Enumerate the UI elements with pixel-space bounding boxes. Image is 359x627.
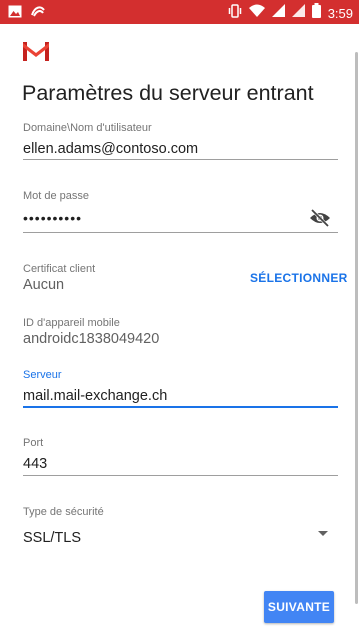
image-icon [8,5,22,23]
clock: 3:59 [327,5,353,21]
password-underline [23,232,338,233]
gmail-m-icon [22,40,50,67]
device-id-label: ID d'appareil mobile [23,317,120,329]
device-id-value: androidc1838049420 [23,331,160,347]
signal-icon [271,3,285,23]
password-label: Mot de passe [23,190,90,202]
port-label: Port [23,437,44,449]
security-type-select[interactable]: SSL/TLS [23,530,81,546]
scrollbar-thumb[interactable] [355,52,358,604]
page-title: Paramètres du serveur entrant [22,81,314,105]
signal-icon-2 [291,3,305,23]
visibility-off-icon[interactable] [309,208,331,232]
dropdown-arrow-icon[interactable] [318,531,328,536]
select-certificate-button[interactable]: SÉLECTIONNER [250,271,348,285]
username-label: Domaine\Nom d'utilisateur [23,122,152,134]
client-certificate-value: Aucun [23,277,65,293]
server-underline [23,406,338,408]
swirl-notification-icon [30,4,46,23]
next-button[interactable]: SUIVANTE [264,591,334,623]
username-underline [23,159,338,160]
client-certificate-label: Certificat client [23,263,96,275]
status-bar: 3:59 [0,0,359,24]
vibrate-icon [228,3,242,23]
server-field[interactable]: mail.mail-exchange.ch [23,388,167,404]
server-label: Serveur [23,369,62,381]
username-field[interactable]: ellen.adams@contoso.com [23,141,198,157]
port-field[interactable]: 443 [23,456,47,472]
scrollbar[interactable] [355,24,359,627]
port-underline [23,475,338,476]
security-type-label: Type de sécurité [23,506,104,518]
battery-icon [311,3,321,23]
password-field[interactable]: •••••••••• [23,210,82,226]
wifi-icon [248,4,265,23]
